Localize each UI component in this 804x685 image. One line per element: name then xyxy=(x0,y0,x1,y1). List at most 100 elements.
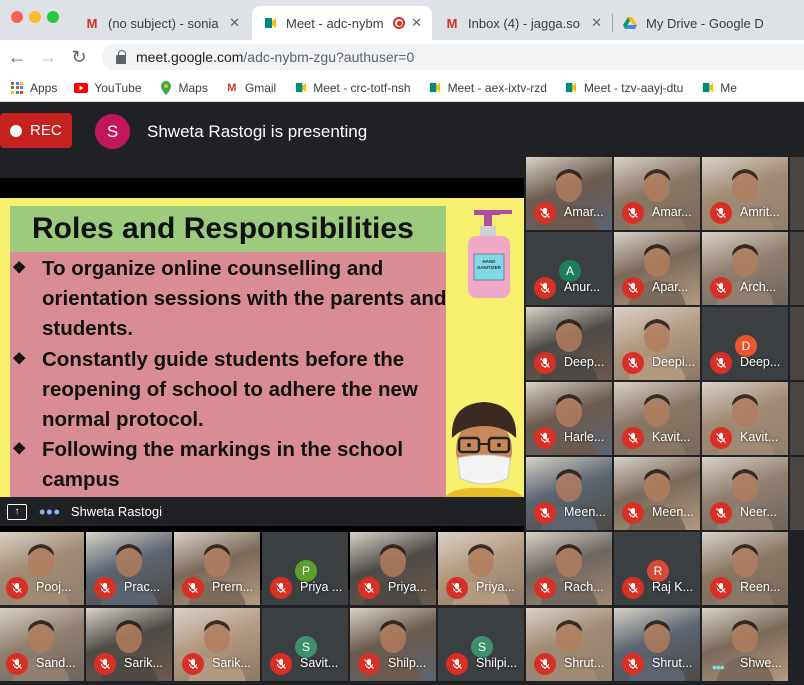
masked-boy-illustration xyxy=(444,402,524,498)
bookmark-meet-more[interactable]: Me xyxy=(700,81,737,95)
participant-tile[interactable]: Neer... xyxy=(702,457,788,530)
participant-tile[interactable]: Amar... xyxy=(526,157,612,230)
participant-tile[interactable]: Rach... xyxy=(526,532,612,605)
mic-off-icon xyxy=(358,653,380,675)
bookmark-label: Gmail xyxy=(244,80,277,95)
mic-off-icon xyxy=(182,577,204,599)
participant-name: Kavit... xyxy=(740,430,779,444)
mic-off-icon xyxy=(710,577,732,599)
participant-tile[interactable]: Prern... xyxy=(174,532,260,605)
participant-tile[interactable]: Shilp... xyxy=(350,608,436,681)
mic-off-icon xyxy=(358,577,380,599)
participant-name: Amar... xyxy=(652,205,692,219)
participant-name: Arch... xyxy=(740,280,777,294)
participant-tile[interactable]: P Priya ... xyxy=(262,532,348,605)
participant-tile-partial[interactable] xyxy=(790,157,804,230)
participant-name: Sarik... xyxy=(212,656,251,670)
minimize-window-button[interactable] xyxy=(29,11,41,23)
participant-tile[interactable]: Kavit... xyxy=(614,382,700,455)
participant-tile[interactable]: Reen... xyxy=(702,532,788,605)
participant-name: Priya ... xyxy=(300,580,343,594)
participant-tile-partial[interactable] xyxy=(790,382,804,455)
mic-off-icon xyxy=(622,352,644,374)
bookmark-gmail[interactable]: M Gmail xyxy=(225,81,276,95)
tab-gmail-inbox[interactable]: M Inbox (4) - jagga.so ✕ xyxy=(434,6,612,40)
participant-tile-partial[interactable] xyxy=(790,232,804,305)
bullet-text: Following the markings in the school cam… xyxy=(42,438,404,491)
presentation-tile[interactable]: Roles and Responsibilities ❖ To organize… xyxy=(0,178,524,590)
maximize-window-button[interactable] xyxy=(47,11,59,23)
participant-name: Shrut... xyxy=(564,656,605,670)
participant-tile-partial[interactable] xyxy=(790,307,804,380)
apps-grid-icon xyxy=(10,81,24,95)
tab-gmail-no-subject[interactable]: M (no subject) - sonia ✕ xyxy=(74,6,250,40)
meet-icon xyxy=(700,81,714,95)
meet-icon xyxy=(262,15,278,31)
close-tab-icon[interactable]: ✕ xyxy=(591,15,602,31)
participant-tile[interactable]: Meen... xyxy=(526,457,612,530)
participant-tile[interactable]: Sand... xyxy=(0,608,84,681)
participant-tile[interactable]: R Raj K... xyxy=(614,532,700,605)
participant-tile[interactable]: Priya... xyxy=(350,532,436,605)
participant-tile[interactable]: Amar... xyxy=(614,157,700,230)
participant-avatar: S xyxy=(295,636,317,658)
presenting-status: Shweta Rastogi is presenting xyxy=(147,122,368,141)
participant-tile[interactable]: Harle... xyxy=(526,382,612,455)
participant-tile[interactable]: Sarik... xyxy=(86,608,172,681)
participant-tile[interactable]: Deepi... xyxy=(614,307,700,380)
participant-tile[interactable]: Apar... xyxy=(614,232,700,305)
participant-tile-partial[interactable] xyxy=(790,457,804,530)
participant-tile[interactable]: Shrut... xyxy=(614,608,700,681)
participant-tile[interactable]: S Shilpi... xyxy=(438,608,524,681)
navigation-bar: ← → ↻ meet.google.com/adc-nybm-zgu?authu… xyxy=(0,40,804,74)
mic-off-icon xyxy=(622,277,644,299)
participant-name: Neer... xyxy=(740,505,777,519)
participant-name: Deepi... xyxy=(652,355,696,369)
bookmark-label: Meet - crc-totf-nsh xyxy=(313,80,411,95)
presenter-name: Shweta Rastogi xyxy=(70,504,162,519)
slide: Roles and Responsibilities ❖ To organize… xyxy=(0,198,524,498)
participant-name: Prern... xyxy=(212,580,253,594)
participant-tile[interactable]: Shrut... xyxy=(526,608,612,681)
hand-sanitizer-illustration: HAND SANITIZER xyxy=(468,210,512,298)
bookmark-maps[interactable]: Maps xyxy=(159,80,208,95)
participant-tile[interactable]: A Anur... xyxy=(526,232,612,305)
participant-tile[interactable]: D Deep... xyxy=(702,307,788,380)
participant-tile[interactable]: Pooj... xyxy=(0,532,84,605)
mic-off-icon xyxy=(270,653,292,675)
mic-off-icon xyxy=(534,352,556,374)
participant-tile[interactable]: Priya... xyxy=(438,532,524,605)
meet-call-area: REC S Shweta Rastogi is presenting Roles… xyxy=(0,103,804,685)
participant-tile[interactable]: Deep... xyxy=(526,307,612,380)
meet-icon xyxy=(293,81,307,95)
forward-button[interactable]: → xyxy=(36,45,60,69)
recording-badge: REC xyxy=(0,113,72,148)
participant-tile[interactable]: Prac... xyxy=(86,532,172,605)
participant-name: Deep... xyxy=(564,355,605,369)
participant-tile[interactable]: Kavit... xyxy=(702,382,788,455)
participant-name: Amrit... xyxy=(740,205,780,219)
tab-drive[interactable]: My Drive - Google D xyxy=(612,6,804,40)
close-window-button[interactable] xyxy=(11,11,23,23)
participant-tile[interactable]: Arch... xyxy=(702,232,788,305)
back-button[interactable]: ← xyxy=(5,45,29,69)
bookmark-youtube[interactable]: YouTube xyxy=(74,81,142,95)
bookmark-meet-tzv[interactable]: Meet - tzv-aayj-dtu xyxy=(564,81,683,95)
reload-button[interactable]: ↻ xyxy=(67,45,91,69)
participant-avatar: S xyxy=(471,636,493,658)
close-tab-icon[interactable]: ✕ xyxy=(229,15,240,31)
participant-tile[interactable]: Amrit... xyxy=(702,157,788,230)
bookmark-meet-crc[interactable]: Meet - crc-totf-nsh xyxy=(293,80,411,95)
bookmark-meet-aex[interactable]: Meet - aex-ixtv-rzd xyxy=(428,81,547,95)
tab-meet[interactable]: Meet - adc-nybm ✕ xyxy=(252,6,432,40)
bookmark-apps[interactable]: Apps xyxy=(10,81,57,95)
mic-off-icon xyxy=(622,502,644,524)
participant-tile[interactable]: S Savit... xyxy=(262,608,348,681)
participant-tile[interactable]: ••• Shwe... xyxy=(702,608,788,681)
bookmark-label: Maps xyxy=(178,80,208,95)
participant-tile[interactable]: Sarik... xyxy=(174,608,260,681)
bullet-icon: ❖ xyxy=(12,441,27,458)
close-tab-icon[interactable]: ✕ xyxy=(411,15,422,31)
address-bar[interactable]: meet.google.com/adc-nybm-zgu?authuser=0 xyxy=(102,44,804,70)
participant-tile[interactable]: Meen... xyxy=(614,457,700,530)
